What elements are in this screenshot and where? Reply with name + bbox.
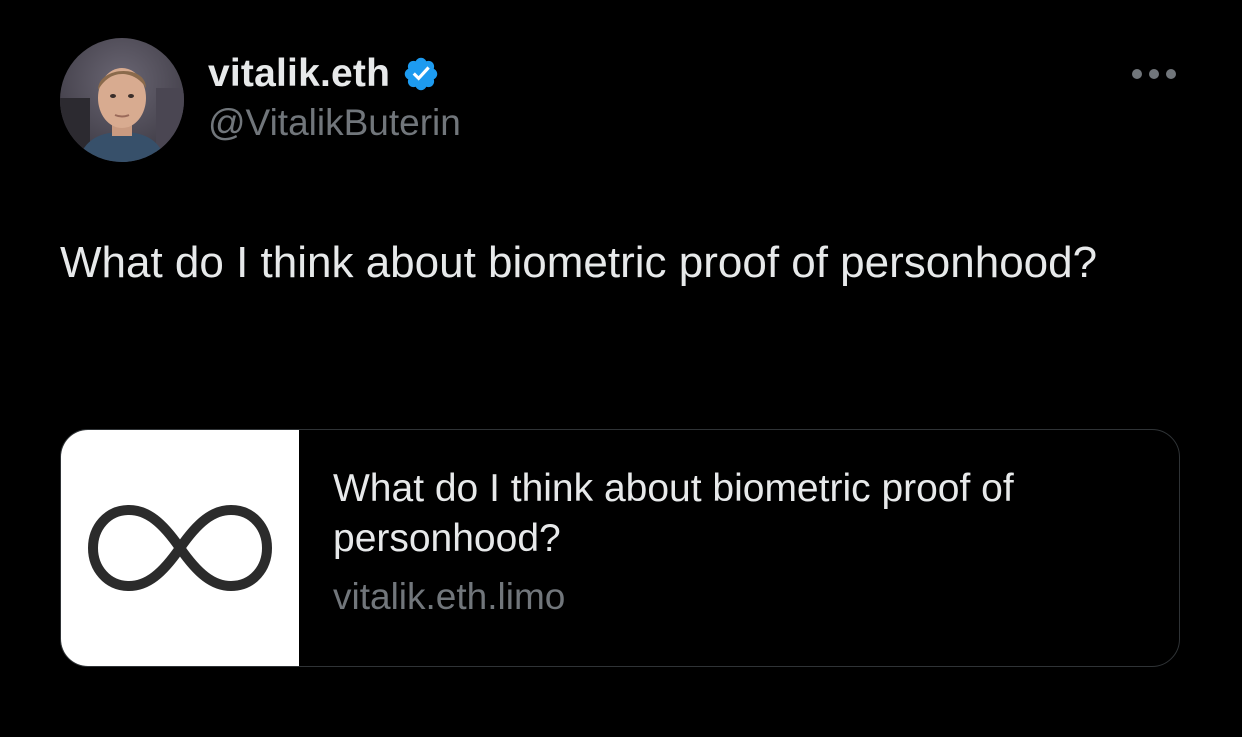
infinity-icon: [88, 505, 272, 591]
link-preview-card[interactable]: What do I think about biometric proof of…: [60, 429, 1180, 667]
author-display-name[interactable]: vitalik.eth: [208, 52, 390, 96]
avatar[interactable]: [60, 38, 184, 162]
more-horizontal-icon: [1132, 69, 1176, 79]
tweet-text: What do I think about biometric proof of…: [60, 238, 1098, 287]
card-body: What do I think about biometric proof of…: [299, 430, 1153, 666]
verified-badge-icon[interactable]: [402, 55, 440, 93]
tweet: vitalik.eth @VitalikButerin What do I th…: [0, 0, 1242, 737]
author-name-row: vitalik.eth: [208, 50, 440, 98]
card-thumbnail: [61, 430, 299, 666]
card-title: What do I think about biometric proof of…: [333, 467, 1014, 560]
more-button[interactable]: [1124, 56, 1184, 92]
profile-photo: [60, 38, 184, 162]
card-domain: vitalik.eth.limo: [333, 576, 566, 617]
author-handle[interactable]: @VitalikButerin: [208, 102, 461, 144]
